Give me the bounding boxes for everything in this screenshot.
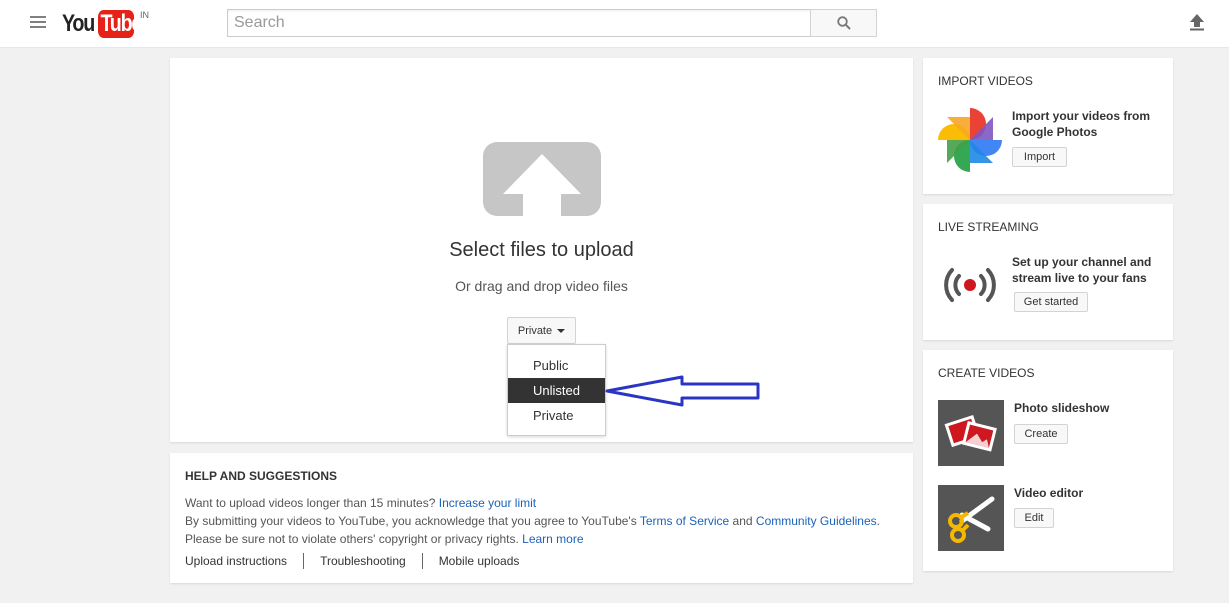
help-and-text: and	[732, 514, 753, 528]
logo-tube-text: Tube	[98, 10, 142, 38]
troubleshooting-link[interactable]: Troubleshooting	[320, 554, 406, 568]
video-editor-label: Video editor	[1014, 486, 1084, 500]
privacy-option-unlisted[interactable]: Unlisted	[508, 378, 605, 403]
select-files-title[interactable]: Select files to upload	[170, 239, 913, 262]
create-videos-card: CREATE VIDEOS Photo slideshow Create Vid…	[923, 350, 1173, 571]
increase-limit-link[interactable]: Increase your limit	[439, 496, 536, 510]
search-button[interactable]	[810, 9, 877, 37]
help-terms-text: By submitting your videos to YouTube, yo…	[185, 514, 637, 528]
learn-more-link[interactable]: Learn more	[522, 532, 583, 546]
help-line-copyright: Please be sure not to violate others' co…	[185, 532, 584, 546]
help-copyright-text: Please be sure not to violate others' co…	[185, 532, 519, 546]
divider	[421, 553, 423, 569]
search-icon	[836, 16, 851, 30]
divider	[303, 553, 305, 569]
live-streaming-title: LIVE STREAMING	[938, 220, 1039, 234]
privacy-selected-label: Private	[517, 324, 553, 337]
import-videos-card: IMPORT VIDEOS Import your videos from Go…	[923, 58, 1173, 194]
import-videos-text: Import your videos from Google Photos	[1012, 109, 1151, 139]
photo-slideshow-icon	[938, 400, 1004, 466]
privacy-option-public[interactable]: Public	[508, 353, 605, 378]
live-streaming-card: LIVE STREAMING Set up your channel and s…	[923, 204, 1173, 340]
annotation-arrow-icon	[605, 375, 760, 407]
search-input[interactable]	[227, 9, 811, 37]
upload-arrow-icon[interactable]	[483, 140, 601, 218]
broadcast-icon	[944, 268, 996, 302]
help-title: HELP AND SUGGESTIONS	[185, 469, 338, 483]
community-guidelines-link[interactable]: Community Guidelines	[756, 514, 877, 528]
get-started-button[interactable]: Get started	[1014, 292, 1088, 312]
photo-slideshow-thumb[interactable]	[938, 400, 1004, 466]
drag-drop-hint: Or drag and drop video files	[455, 278, 628, 294]
upload-icon[interactable]	[1187, 12, 1207, 32]
mobile-uploads-link[interactable]: Mobile uploads	[439, 554, 520, 568]
import-button[interactable]: Import	[1012, 147, 1067, 167]
guide-menu-icon[interactable]	[30, 16, 46, 30]
help-line-terms: By submitting your videos to YouTube, yo…	[185, 514, 880, 528]
video-editor-thumb[interactable]	[938, 485, 1004, 551]
photo-slideshow-label: Photo slideshow	[1014, 401, 1110, 415]
help-period: .	[876, 514, 880, 528]
privacy-menu: Public Unlisted Private	[507, 344, 606, 436]
video-editor-icon	[938, 485, 1004, 551]
help-card: HELP AND SUGGESTIONS Want to upload vide…	[170, 453, 913, 583]
logo-you-text: You	[62, 10, 95, 37]
create-videos-title: CREATE VIDEOS	[938, 366, 1035, 380]
live-streaming-text: Set up your channel and stream live to y…	[1012, 255, 1152, 285]
terms-of-service-link[interactable]: Terms of Service	[640, 514, 729, 528]
privacy-dropdown[interactable]: Private	[507, 317, 576, 344]
caret-down-icon	[557, 328, 566, 333]
masthead: You Tube IN	[0, 0, 1229, 48]
import-videos-title: IMPORT VIDEOS	[938, 74, 1033, 88]
google-photos-icon	[938, 108, 1002, 172]
edit-video-button[interactable]: Edit	[1014, 508, 1054, 528]
youtube-logo[interactable]: You Tube IN	[62, 10, 149, 38]
upload-card: Select files to upload Or drag and drop …	[170, 58, 913, 442]
help-links: Upload instructions Troubleshooting Mobi…	[185, 553, 519, 569]
create-slideshow-button[interactable]: Create	[1014, 424, 1068, 444]
help-limit-text: Want to upload videos longer than 15 min…	[185, 496, 436, 510]
upload-instructions-link[interactable]: Upload instructions	[185, 554, 287, 568]
help-line-limit: Want to upload videos longer than 15 min…	[185, 496, 536, 510]
privacy-option-private[interactable]: Private	[508, 403, 605, 428]
